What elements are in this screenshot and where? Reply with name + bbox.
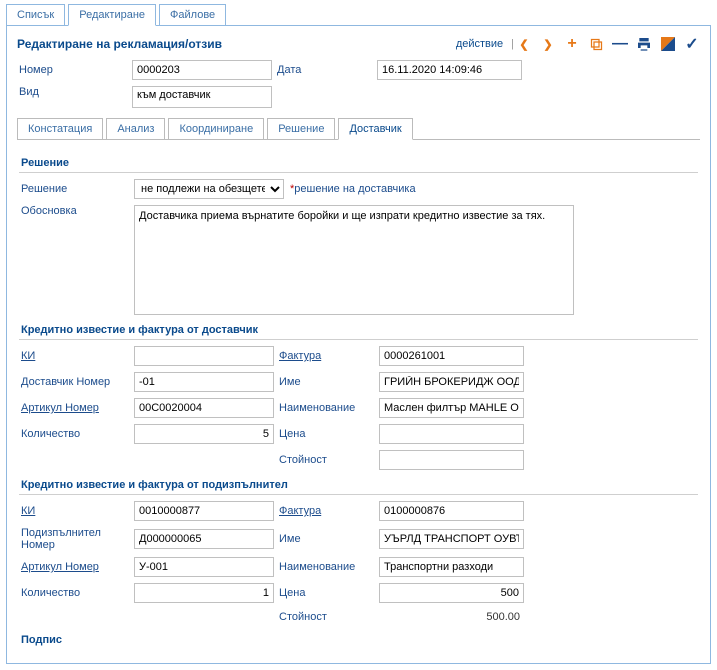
toolbar-icons: ❮ ❯ + — ✓	[516, 36, 700, 52]
sup-no-input[interactable]	[134, 372, 274, 392]
sub-amount-value: 500.00	[379, 609, 524, 625]
tab-supplier[interactable]: Доставчик	[338, 118, 412, 140]
section-decision: Решение	[19, 154, 698, 173]
sup-qty-label: Количество	[19, 428, 134, 440]
confirm-icon[interactable]: ✓	[684, 36, 700, 52]
type-input[interactable]: към доставчик	[132, 86, 272, 108]
sub-price-input[interactable]	[379, 583, 524, 603]
sub-article-label[interactable]: Артикул Номер	[19, 561, 134, 573]
type-label: Вид	[17, 86, 132, 98]
section-signature: Подпис	[19, 631, 698, 649]
separator: |	[511, 38, 514, 50]
sup-qty-input[interactable]	[134, 424, 274, 444]
tab-coordination[interactable]: Координиране	[168, 118, 264, 140]
decision-note: решение на доставчика	[294, 183, 415, 195]
prev-icon[interactable]: ❮	[516, 36, 532, 52]
sup-no-label: Доставчик Номер	[19, 376, 134, 388]
sub-invoice-input[interactable]	[379, 501, 524, 521]
tab-findings[interactable]: Констатация	[17, 118, 103, 140]
tab-edit[interactable]: Редактиране	[68, 4, 156, 26]
sub-no-input[interactable]	[134, 529, 274, 549]
sub-invoice-label[interactable]: Фактура	[279, 505, 379, 517]
section-supplier-ci: Кредитно известие и фактура от доставчик	[19, 321, 698, 340]
copy-icon[interactable]	[588, 36, 604, 52]
sub-desc-input[interactable]	[379, 557, 524, 577]
sup-invoice-label[interactable]: Фактура	[279, 350, 379, 362]
sup-name-label: Име	[279, 376, 379, 388]
dash-icon[interactable]: —	[612, 36, 628, 52]
sup-ci-label[interactable]: КИ	[19, 350, 134, 362]
sup-price-label: Цена	[279, 428, 379, 440]
tab-decision[interactable]: Решение	[267, 118, 335, 140]
date-input[interactable]	[377, 60, 522, 80]
sub-amount-label: Стойност	[279, 611, 379, 623]
number-label: Номер	[17, 64, 132, 76]
tab-files[interactable]: Файлове	[159, 4, 226, 26]
sup-article-label[interactable]: Артикул Номер	[19, 402, 134, 414]
sub-name-label: Име	[279, 533, 379, 545]
sub-no-label: Подизпълнител Номер	[19, 527, 134, 551]
next-icon[interactable]: ❯	[540, 36, 556, 52]
sub-article-input[interactable]	[134, 557, 274, 577]
sup-price-input[interactable]	[379, 424, 524, 444]
print-icon[interactable]	[636, 36, 652, 52]
sub-qty-label: Количество	[19, 587, 134, 599]
sub-ci-input[interactable]	[134, 501, 274, 521]
decision-select[interactable]: не подлежи на обезщетения	[134, 179, 284, 199]
decision-label: Решение	[19, 183, 134, 195]
sub-ci-label[interactable]: КИ	[19, 505, 134, 517]
justification-text[interactable]: Доставчика приема върнатите боройки и ще…	[134, 205, 574, 315]
add-icon[interactable]: +	[564, 36, 580, 52]
number-input[interactable]	[132, 60, 272, 80]
sub-desc-label: Наименование	[279, 561, 379, 573]
outer-tabs: Списък Редактиране Файлове	[6, 4, 717, 26]
content-panel: Редактиране на рекламация/отзив действие…	[6, 25, 711, 664]
flag-icon[interactable]	[660, 36, 676, 52]
inner-tabs: Констатация Анализ Координиране Решение …	[17, 118, 700, 140]
sup-amount-input[interactable]	[379, 450, 524, 470]
sup-desc-input[interactable]	[379, 398, 524, 418]
sup-amount-label: Стойност	[279, 454, 379, 466]
sup-name-input[interactable]	[379, 372, 524, 392]
date-label: Дата	[277, 64, 377, 76]
page-title: Редактиране на рекламация/отзив	[17, 37, 456, 51]
sup-ci-input[interactable]	[134, 346, 274, 366]
tab-list[interactable]: Списък	[6, 4, 65, 26]
action-link[interactable]: действие	[456, 38, 503, 50]
sup-desc-label: Наименование	[279, 402, 379, 414]
section-sub-ci: Кредитно известие и фактура от подизпълн…	[19, 476, 698, 495]
sup-article-input[interactable]	[134, 398, 274, 418]
sub-qty-input[interactable]	[134, 583, 274, 603]
sub-name-input[interactable]	[379, 529, 524, 549]
tab-analysis[interactable]: Анализ	[106, 118, 165, 140]
justification-label: Обосновка	[19, 205, 134, 217]
sup-invoice-input[interactable]	[379, 346, 524, 366]
sub-price-label: Цена	[279, 587, 379, 599]
